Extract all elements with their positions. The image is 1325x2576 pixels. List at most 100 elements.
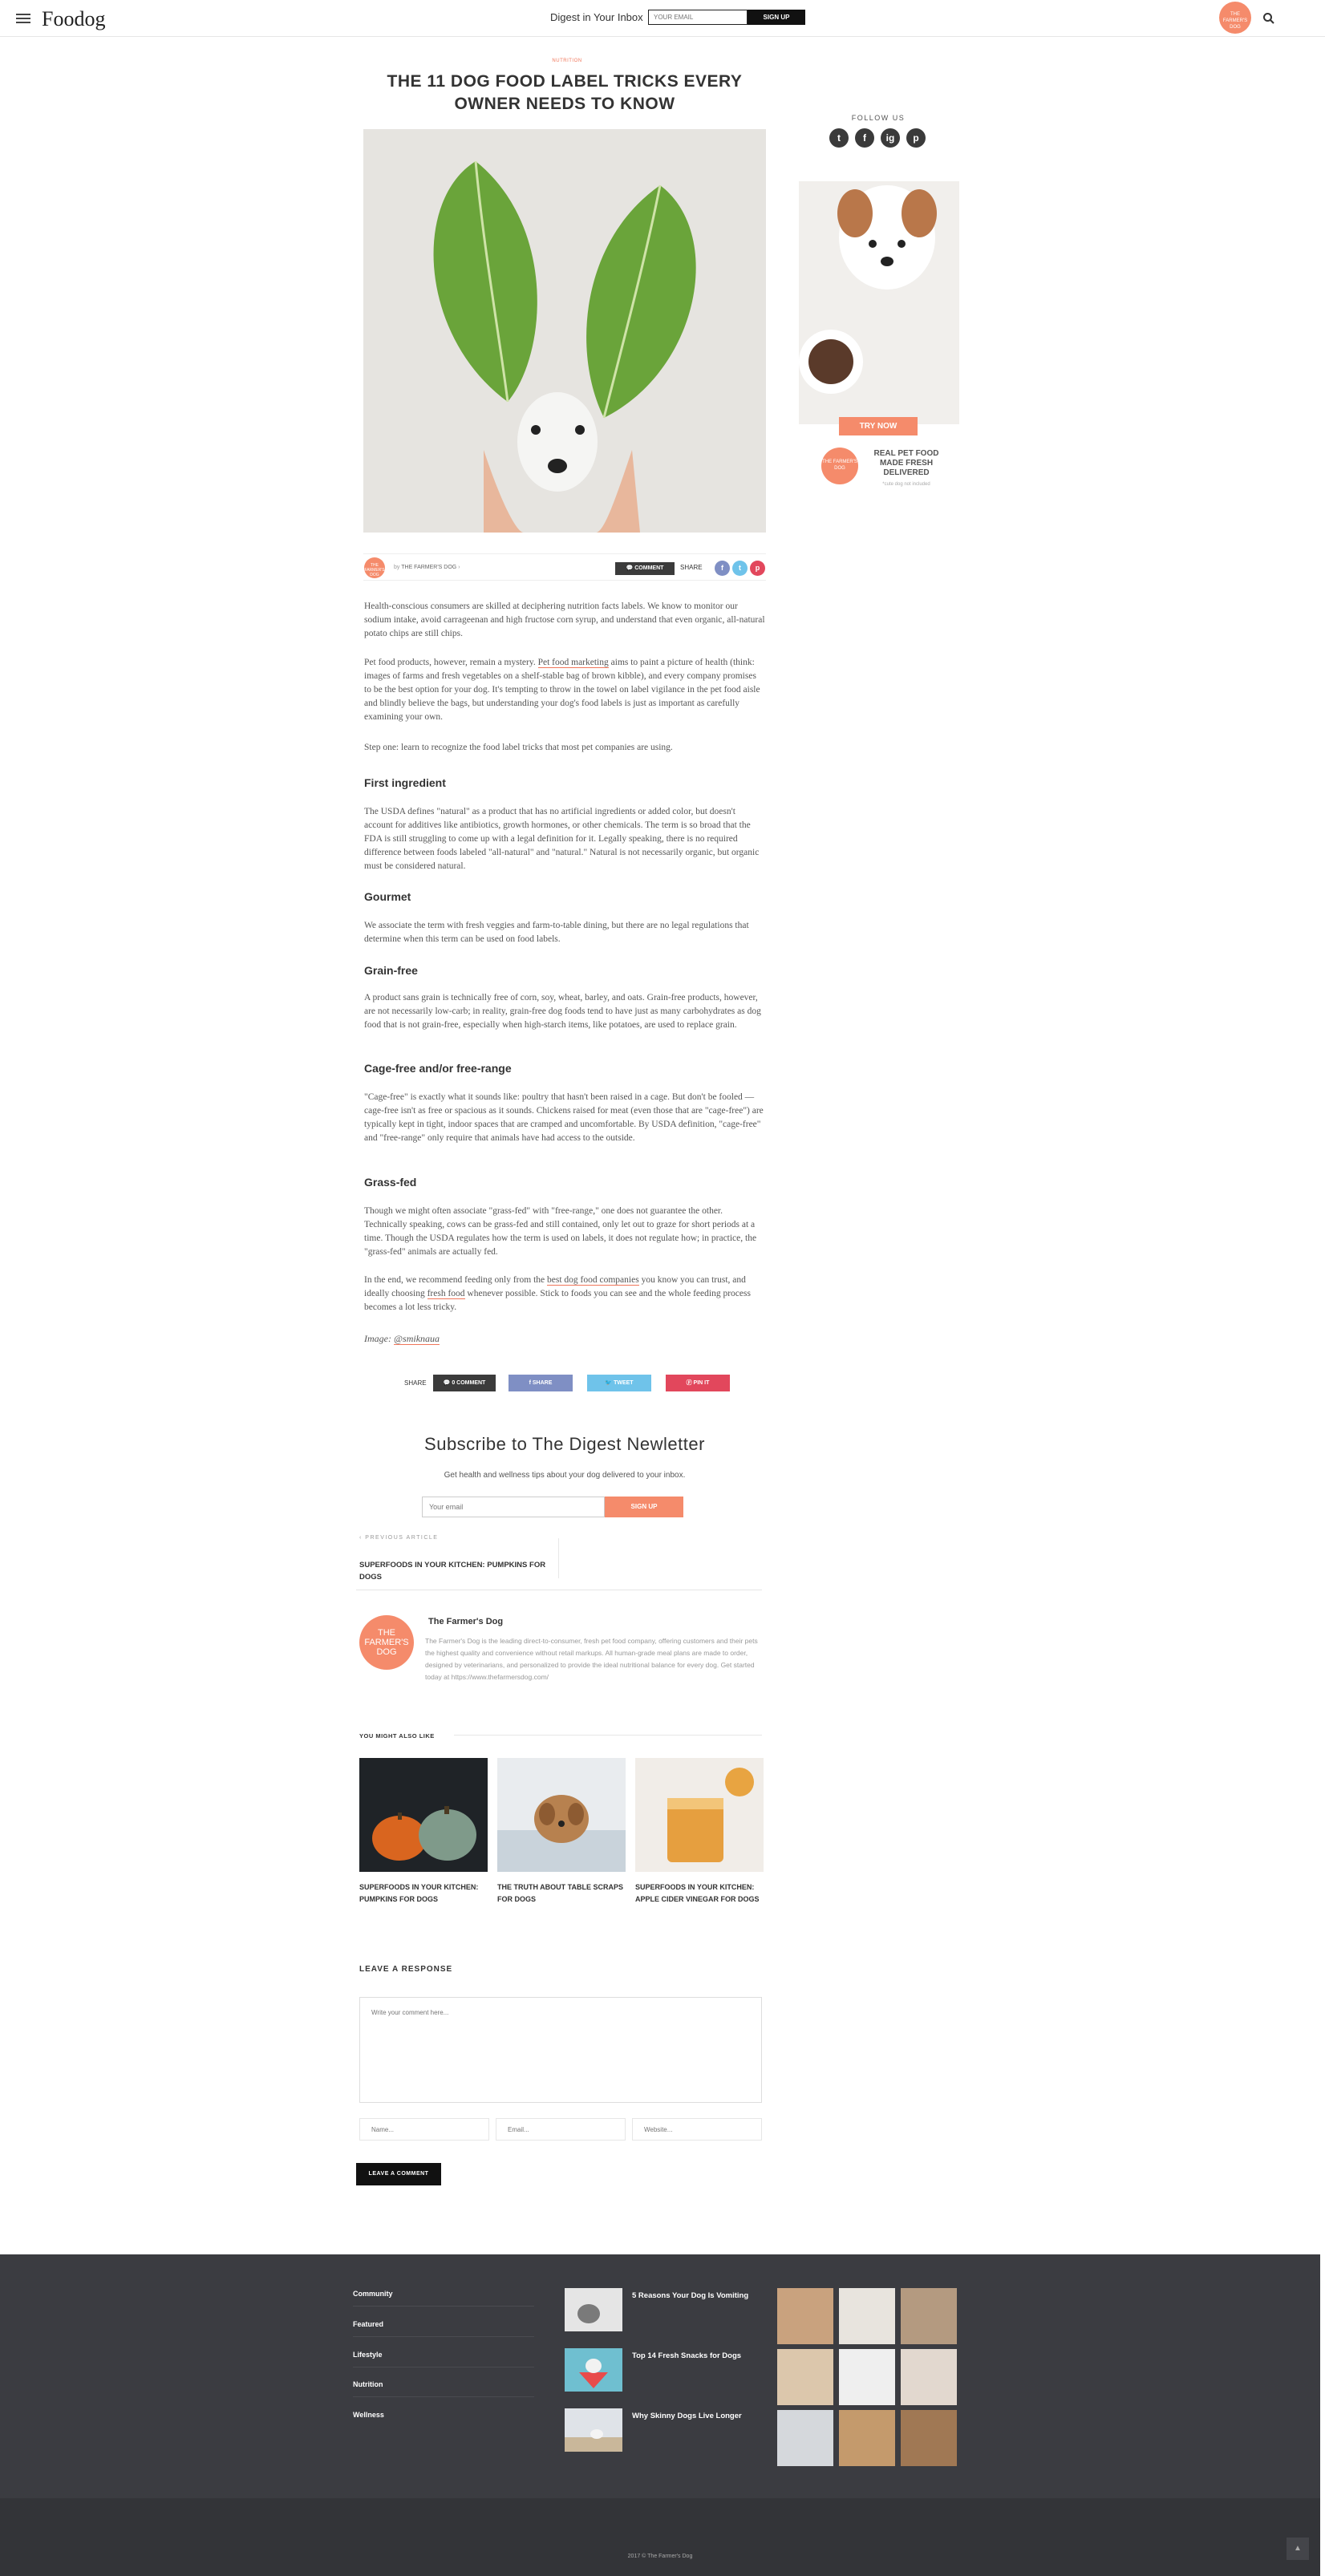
site-footer: Community Featured Lifestyle Nutrition W… [0, 2254, 1320, 2498]
instagram-thumb[interactable] [901, 2288, 957, 2344]
instagram-thumb[interactable] [777, 2349, 833, 2405]
instagram-thumb[interactable] [777, 2410, 833, 2466]
author-box-avatar[interactable]: THE FARMER'S DOG [359, 1615, 414, 1670]
header-signup-button[interactable]: SIGN UP [748, 10, 805, 25]
facebook-icon[interactable]: f [855, 128, 874, 148]
instagram-thumb[interactable] [901, 2349, 957, 2405]
by-prefix: by [394, 565, 400, 570]
facebook-share-button[interactable]: f SHARE [509, 1375, 573, 1391]
footer-link-nutrition[interactable]: Nutrition [353, 2380, 383, 2388]
related-image-pumpkins[interactable] [359, 1758, 488, 1872]
newsletter-signup-button[interactable]: SIGN UP [605, 1497, 683, 1517]
section-heading: Cage-free and/or free-range [364, 1062, 512, 1075]
search-icon[interactable] [1262, 12, 1275, 25]
comment-textarea[interactable] [359, 1997, 762, 2103]
twitter-share-button[interactable]: 🐦 TWEET [587, 1375, 651, 1391]
paragraph: The USDA defines "natural" as a product … [364, 807, 760, 871]
paragraph: We associate the term with fresh veggies… [364, 921, 749, 944]
newsletter-email-input[interactable] [422, 1497, 605, 1517]
related-title[interactable]: SUPERFOODS IN YOUR KITCHEN: PUMPKINS FOR… [359, 1881, 488, 1906]
footer-link-featured[interactable]: Featured [353, 2320, 383, 2328]
leave-response-label: LEAVE A RESPONSE [359, 1965, 453, 1974]
best-dog-food-companies-link[interactable]: best dog food companies [547, 1275, 639, 1286]
twitter-icon[interactable]: t [829, 128, 849, 148]
ad-headline: REAL PET FOOD MADE FRESH DELIVERED [873, 449, 939, 477]
pet-food-marketing-link[interactable]: Pet food marketing [537, 658, 609, 668]
facebook-share-icon[interactable]: f [715, 561, 730, 576]
previous-article-link[interactable]: SUPERFOODS IN YOUR KITCHEN: PUMPKINS FOR… [359, 1559, 552, 1583]
share-label: SHARE [680, 564, 703, 571]
pinterest-share-button[interactable]: ⓟ PIN IT [666, 1375, 730, 1391]
author-box-name[interactable]: The Farmer's Dog [428, 1617, 503, 1626]
name-field[interactable] [359, 2118, 489, 2141]
facebook-share-label: SHARE [532, 1380, 553, 1386]
digest-label: Digest in Your Inbox [550, 11, 643, 23]
instagram-thumb[interactable] [839, 2288, 895, 2344]
footer-post-thumb[interactable] [565, 2408, 622, 2452]
site-header: Foodog Digest in Your Inbox SIGN UP THE … [0, 0, 1325, 37]
instagram-icon[interactable]: ig [881, 128, 900, 148]
chevron-icon: › [458, 565, 460, 570]
fresh-food-link[interactable]: fresh food [427, 1289, 465, 1299]
pinterest-share-label: PIN IT [693, 1380, 710, 1386]
footer-link-community[interactable]: Community [353, 2290, 393, 2298]
ad-image[interactable] [799, 181, 959, 424]
back-to-top-button[interactable]: ▲ [1287, 2538, 1309, 2560]
pinterest-share-icon[interactable]: p [750, 561, 765, 576]
paragraph: Pet food products, however, remain a mys… [364, 656, 765, 724]
author-avatar[interactable]: THE FARMER'S DOG [364, 557, 385, 578]
related-title[interactable]: SUPERFOODS IN YOUR KITCHEN: APPLE CIDER … [635, 1881, 764, 1906]
instagram-thumb[interactable] [901, 2410, 957, 2466]
article-category[interactable]: NUTRITION [551, 59, 583, 63]
previous-article-label: ‹ PREVIOUS ARTICLE [359, 1535, 438, 1541]
footer-post-thumb[interactable] [565, 2348, 622, 2392]
ad-disclaimer: *cute dog not included [882, 482, 930, 487]
paragraph: Health-conscious consumers are skilled a… [364, 601, 765, 638]
footer-post-title[interactable]: 5 Reasons Your Dog Is Vomiting [632, 2290, 759, 2302]
footer-link-wellness[interactable]: Wellness [353, 2411, 384, 2419]
header-email-input[interactable] [648, 10, 748, 25]
image-caption: Image: @smiknaua [364, 1333, 440, 1345]
paragraph: "Cage-free" is exactly what it sounds li… [364, 1092, 764, 1143]
comment-button[interactable]: 💬 COMMENT [615, 562, 675, 575]
related-label: YOU MIGHT ALSO LIKE [359, 1732, 435, 1740]
newsletter-subtitle: Get health and wellness tips about your … [444, 1471, 686, 1480]
caption-link[interactable]: @smiknaua [393, 1333, 440, 1345]
menu-icon[interactable] [16, 14, 30, 23]
twitter-share-icon[interactable]: t [732, 561, 748, 576]
divider [353, 2396, 534, 2397]
caption-prefix: Image: [364, 1333, 391, 1344]
related-image-apple-cider[interactable] [635, 1758, 764, 1872]
related-title[interactable]: THE TRUTH ABOUT TABLE SCRAPS FOR DOGS [497, 1881, 626, 1906]
instagram-thumb[interactable] [777, 2288, 833, 2344]
footer-post-title[interactable]: Why Skinny Dogs Live Longer [632, 2410, 759, 2422]
try-now-button[interactable]: TRY NOW [839, 417, 918, 435]
paragraph: In the end, we recommend feeding only fr… [364, 1274, 765, 1314]
comment-count-button[interactable]: 💬 0 COMMENT [433, 1375, 496, 1391]
section-heading: First ingredient [364, 776, 446, 789]
article-title: THE 11 DOG FOOD LABEL TRICKS EVERY OWNER… [387, 72, 743, 113]
instagram-thumb[interactable] [839, 2349, 895, 2405]
byline-author[interactable]: THE FARMER'S DOG [401, 565, 456, 570]
chevron-left-icon: ‹ [359, 1535, 363, 1541]
footer-link-lifestyle[interactable]: Lifestyle [353, 2351, 383, 2359]
leave-comment-button[interactable]: LEAVE A COMMENT [356, 2163, 441, 2185]
divider [353, 2336, 534, 2337]
site-logo[interactable]: Foodog [42, 7, 105, 31]
comment-button-label: COMMENT [634, 565, 664, 571]
email-field[interactable] [496, 2118, 626, 2141]
pinterest-icon[interactable]: p [906, 128, 926, 148]
related-image-table-scraps[interactable] [497, 1758, 626, 1872]
footer-post-title[interactable]: Top 14 Fresh Snacks for Dogs [632, 2350, 759, 2362]
paragraph-text: Pet food products, however, remain a mys… [364, 658, 536, 667]
article-meta-bar: THE FARMER'S DOG by THE FARMER'S DOG › 💬… [363, 553, 766, 581]
divider [558, 1538, 559, 1578]
website-field[interactable] [632, 2118, 762, 2141]
instagram-thumb[interactable] [839, 2410, 895, 2466]
divider [353, 2306, 534, 2307]
share-bar-label: SHARE [404, 1379, 427, 1387]
footer-post-thumb[interactable] [565, 2288, 622, 2331]
section-heading: Grass-fed [364, 1176, 417, 1189]
farmers-dog-badge[interactable]: THE FARMER'S DOG [1219, 2, 1251, 34]
paragraph-text: In the end, we recommend feeding only fr… [364, 1275, 545, 1285]
